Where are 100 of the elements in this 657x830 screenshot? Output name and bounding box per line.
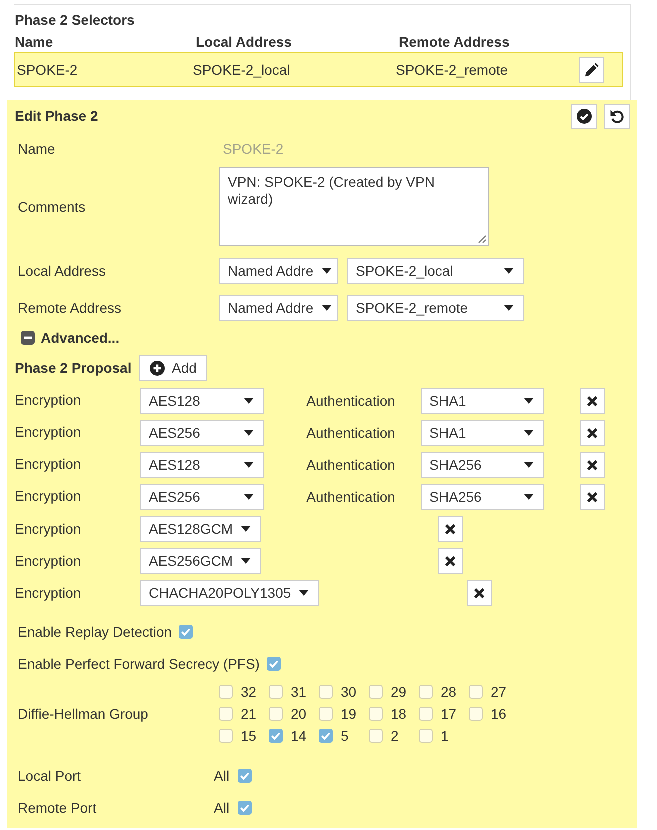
caret-icon bbox=[244, 398, 254, 404]
caret-icon bbox=[322, 268, 332, 274]
option-label: 5 bbox=[341, 728, 349, 744]
section-label: Phase 2 Proposal bbox=[15, 360, 132, 376]
comments-field[interactable]: VPN: SPOKE-2 (Created by VPN wizard) bbox=[219, 167, 489, 246]
caret-icon bbox=[241, 526, 252, 532]
checkbox[interactable] bbox=[266, 657, 281, 671]
checkbox[interactable] bbox=[179, 625, 194, 639]
dropdown[interactable]: SHA1 bbox=[420, 420, 544, 446]
dropdown[interactable]: SHA256 bbox=[420, 452, 544, 478]
name-value: SPOKE-2 bbox=[222, 141, 284, 157]
edit-button[interactable] bbox=[579, 56, 604, 82]
option-label: 19 bbox=[341, 706, 357, 722]
field-label: Encryption bbox=[15, 553, 82, 569]
delete-button[interactable] bbox=[467, 580, 492, 606]
section-title: Phase 2 Selectors bbox=[15, 11, 135, 29]
checkbox[interactable] bbox=[419, 729, 433, 743]
advanced-toggle[interactable]: Advanced... bbox=[21, 330, 120, 346]
checkbox[interactable] bbox=[369, 729, 383, 743]
column-header: Remote Address bbox=[399, 33, 510, 51]
dropdown[interactable]: SPOKE-2_remote bbox=[347, 295, 524, 321]
caret-icon bbox=[244, 494, 254, 500]
checkbox[interactable] bbox=[319, 685, 333, 699]
column-header: Local Address bbox=[196, 33, 292, 51]
dropdown[interactable]: AES128GCM bbox=[140, 516, 262, 542]
field-label: Encryption bbox=[15, 456, 82, 472]
checkbox[interactable] bbox=[219, 685, 233, 699]
caret-icon bbox=[299, 590, 310, 596]
caret-icon bbox=[244, 462, 254, 468]
dropdown[interactable]: AES128 bbox=[140, 388, 264, 414]
delete-button[interactable] bbox=[580, 420, 606, 446]
dropdown[interactable]: Named Addre bbox=[219, 295, 338, 321]
checkbox[interactable] bbox=[238, 801, 252, 815]
value-text: All bbox=[214, 768, 230, 784]
option-label: 1 bbox=[441, 728, 449, 744]
dropdown[interactable]: AES256 bbox=[140, 420, 264, 446]
checkbox[interactable] bbox=[419, 685, 433, 699]
dropdown[interactable]: SHA1 bbox=[420, 388, 544, 414]
revert-button[interactable] bbox=[604, 104, 630, 128]
table-row[interactable]: SPOKE-2 SPOKE-2_local SPOKE-2_remote bbox=[14, 52, 623, 87]
field-label: Authentication bbox=[306, 457, 396, 473]
option-label: 28 bbox=[441, 684, 457, 700]
checkbox[interactable] bbox=[238, 769, 252, 783]
option-label: 31 bbox=[291, 684, 307, 700]
checkbox[interactable] bbox=[219, 707, 233, 721]
checkbox[interactable] bbox=[269, 685, 283, 699]
field-label: Comments bbox=[18, 198, 86, 214]
dropdown[interactable]: SPOKE-2_local bbox=[347, 258, 524, 284]
caret-icon bbox=[504, 305, 514, 311]
caret-icon bbox=[504, 268, 514, 274]
delete-button[interactable] bbox=[580, 388, 606, 414]
delete-button[interactable] bbox=[438, 516, 464, 542]
checkbox[interactable] bbox=[469, 707, 483, 721]
checkbox[interactable] bbox=[369, 707, 383, 721]
dropdown[interactable]: AES256GCM bbox=[140, 548, 262, 574]
delete-button[interactable] bbox=[580, 452, 606, 478]
checkbox[interactable] bbox=[219, 729, 233, 743]
dropdown[interactable]: SHA256 bbox=[420, 484, 544, 510]
cross-icon bbox=[445, 556, 456, 566]
option-label: 14 bbox=[291, 728, 307, 744]
dropdown[interactable]: Named Addre bbox=[219, 258, 338, 284]
table-cell: SPOKE-2_remote bbox=[396, 62, 508, 78]
dropdown[interactable]: AES256 bbox=[140, 484, 264, 510]
checkbox[interactable] bbox=[369, 685, 383, 699]
checkbox[interactable] bbox=[469, 685, 483, 699]
checkbox[interactable] bbox=[269, 707, 283, 721]
checkbox[interactable] bbox=[319, 707, 333, 721]
cross-icon bbox=[587, 492, 598, 502]
check-circle-icon bbox=[576, 108, 592, 124]
field-label: Enable Replay Detection bbox=[18, 624, 172, 640]
cross-icon bbox=[587, 428, 598, 438]
pencil-icon bbox=[584, 62, 598, 76]
field-label: Enable Perfect Forward Secrecy (PFS) bbox=[18, 656, 260, 672]
apply-button[interactable] bbox=[571, 104, 597, 128]
table-cell: SPOKE-2_local bbox=[193, 62, 290, 78]
table-cell: SPOKE-2 bbox=[17, 62, 78, 78]
cross-icon bbox=[474, 588, 486, 598]
add-button[interactable]: Add bbox=[139, 355, 207, 381]
option-label: 21 bbox=[241, 706, 257, 722]
option-label: 18 bbox=[391, 706, 407, 722]
option-label: 30 bbox=[341, 684, 357, 700]
field-label: Encryption bbox=[15, 488, 82, 504]
caret-icon bbox=[524, 430, 534, 436]
option-label: 2 bbox=[391, 728, 399, 744]
option-label: 16 bbox=[491, 706, 507, 722]
caret-icon bbox=[244, 430, 254, 436]
dropdown[interactable]: AES128 bbox=[140, 452, 264, 478]
checkbox[interactable] bbox=[319, 729, 333, 743]
dropdown[interactable]: CHACHA20POLY1305 bbox=[140, 580, 320, 606]
field-label: Diffie-Hellman Group bbox=[18, 706, 148, 722]
option-label: 32 bbox=[241, 684, 257, 700]
checkbox[interactable] bbox=[419, 707, 433, 721]
delete-button[interactable] bbox=[580, 484, 606, 510]
field-label: Remote Port bbox=[18, 800, 97, 816]
caret-icon bbox=[524, 462, 534, 468]
caret-icon bbox=[524, 398, 534, 404]
field-label: Encryption bbox=[15, 392, 82, 408]
checkbox[interactable] bbox=[269, 729, 283, 743]
field-label: Authentication bbox=[306, 489, 396, 505]
delete-button[interactable] bbox=[438, 548, 464, 574]
